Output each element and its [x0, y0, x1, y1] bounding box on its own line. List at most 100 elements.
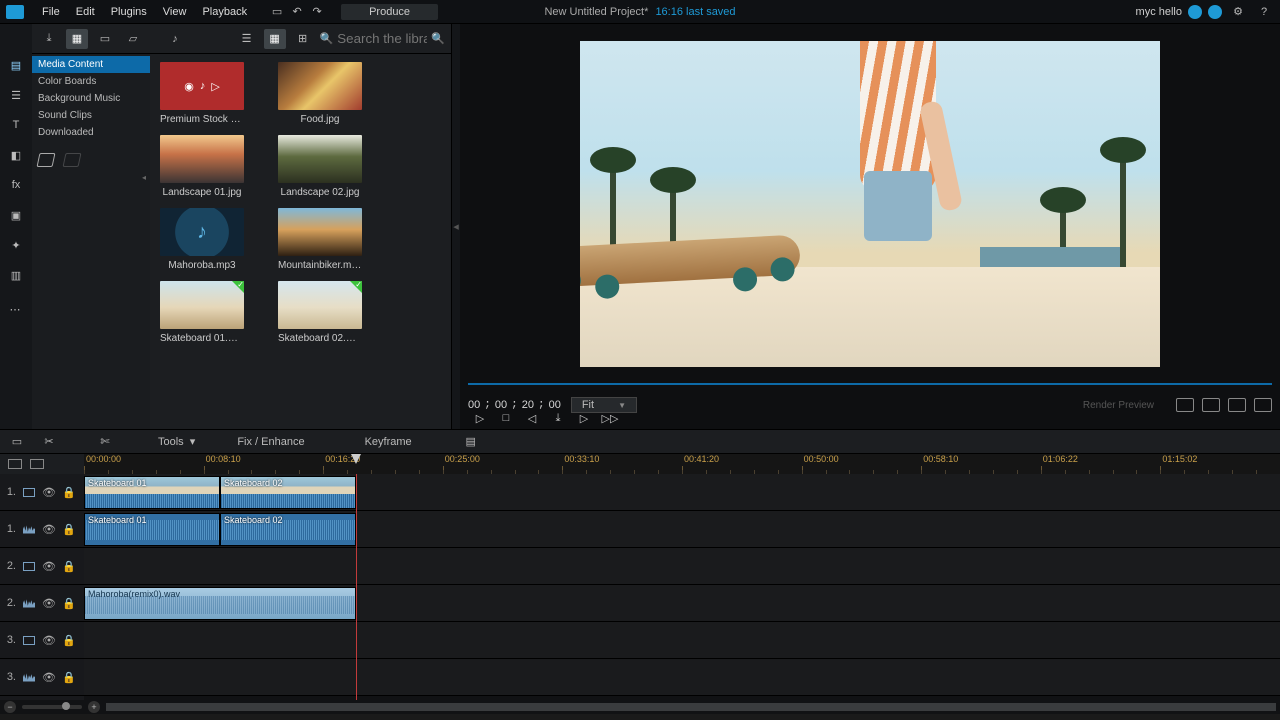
view-details-icon[interactable]: ⊞ [292, 29, 314, 49]
ruler-tick: 00:08:10 [206, 454, 241, 464]
cl-badge-icon[interactable] [1208, 5, 1222, 19]
track-lock-icon[interactable]: 🔒 [62, 486, 76, 498]
prev-frame-icon[interactable]: ◁ [524, 410, 540, 426]
filter-image-icon[interactable]: ▱ [122, 29, 144, 49]
menu-playback[interactable]: Playback [194, 0, 255, 24]
filter-audio-icon[interactable]: ♪ [164, 29, 186, 49]
next-frame-icon[interactable]: ▷ [576, 410, 592, 426]
menu-edit[interactable]: Edit [68, 0, 103, 24]
fix-enhance-button[interactable]: Fix / Enhance [237, 436, 304, 448]
storyboard-icon[interactable]: ☰ [5, 86, 27, 104]
view-grid-icon[interactable]: ▦ [264, 29, 286, 49]
search-input[interactable] [337, 31, 427, 46]
library-item-label: Food.jpg [278, 114, 362, 125]
split-icon[interactable]: ✄ [94, 433, 116, 451]
playhead-line[interactable] [356, 474, 357, 700]
category-media-content[interactable]: Media Content [32, 56, 150, 73]
track-lock-icon[interactable]: 🔒 [62, 560, 76, 572]
library-item[interactable]: Landscape 01.jpg [160, 135, 244, 198]
keyframe-button[interactable]: Keyframe [365, 436, 412, 448]
category-sound-clips[interactable]: Sound Clips [32, 107, 150, 124]
import-icon[interactable]: ⤓ [38, 29, 60, 49]
audio-room-icon[interactable]: ▥ [5, 266, 27, 284]
track-type-icon [22, 523, 36, 535]
timeline-clip[interactable]: Skateboard 02 [220, 513, 356, 546]
zoom-slider[interactable] [22, 705, 82, 709]
menu-plugins[interactable]: Plugins [103, 0, 155, 24]
app-logo[interactable] [6, 5, 24, 19]
blade-tool-icon[interactable]: ✂ [38, 433, 60, 451]
track-visible-icon[interactable]: 👁 [42, 560, 56, 572]
save-icon[interactable]: ▭ [267, 2, 287, 22]
library-item-label: Mahoroba.mp3 [160, 260, 244, 271]
zoom-in-button[interactable]: + [88, 701, 100, 713]
library-item[interactable]: Skateboard 01.mp4 [160, 281, 244, 344]
collapse-sidebar-icon[interactable]: ◂ [32, 173, 150, 182]
timeline-clip[interactable]: Mahoroba(remix0).wav [84, 587, 356, 620]
library-item[interactable]: ◉♪▷Premium Stock Cont... [160, 62, 244, 125]
mask-icon[interactable]: ◧ [5, 146, 27, 164]
timeline-clip[interactable]: Skateboard 01 [84, 476, 220, 509]
settings-icon[interactable]: ⚙ [1228, 2, 1248, 22]
undo-icon[interactable]: ↶ [287, 2, 307, 22]
play-icon[interactable]: ▷ [472, 410, 488, 426]
preview-canvas[interactable] [580, 41, 1160, 367]
library-item[interactable]: Food.jpg [278, 62, 362, 125]
category-downloaded[interactable]: Downloaded [32, 124, 150, 141]
track-lane[interactable] [84, 622, 1280, 659]
track-header: 1.👁🔒 [0, 474, 84, 511]
splitter-handle[interactable]: ◂ [452, 24, 460, 429]
track-visible-icon[interactable]: 👁 [42, 671, 56, 683]
track-lock-icon[interactable]: 🔒 [62, 634, 76, 646]
filter-media-icon[interactable]: ▦ [66, 29, 88, 49]
category-background-music[interactable]: Background Music [32, 90, 150, 107]
stop-icon[interactable]: □ [498, 410, 514, 426]
library-item[interactable]: ♪Mahoroba.mp3 [160, 208, 244, 271]
menu-view[interactable]: View [155, 0, 195, 24]
timeline-clip[interactable]: Skateboard 01 [84, 513, 220, 546]
track-visible-icon[interactable]: 👁 [42, 486, 56, 498]
track-visible-icon[interactable]: 👁 [42, 597, 56, 609]
media-icon[interactable]: ▤ [5, 56, 27, 74]
track-lock-icon[interactable]: 🔒 [62, 523, 76, 535]
category-color-boards[interactable]: Color Boards [32, 73, 150, 90]
timeline-clip[interactable]: Skateboard 02 [220, 476, 356, 509]
menu-file[interactable]: File [34, 0, 68, 24]
track-body[interactable]: Skateboard 01Skateboard 02Skateboard 01S… [84, 474, 1280, 700]
produce-button[interactable]: Produce [341, 4, 438, 20]
library-search[interactable]: 🔍 🔍 [320, 31, 445, 46]
keyframe-panel-icon[interactable]: ▤ [460, 433, 482, 451]
search-submit-icon[interactable]: 🔍 [431, 32, 445, 45]
filter-video-icon[interactable]: ▭ [94, 29, 116, 49]
pip-icon[interactable]: ▣ [5, 206, 27, 224]
particle-icon[interactable]: ✦ [5, 236, 27, 254]
library-item[interactable]: Mountainbiker.mp4 [278, 208, 362, 271]
library-item[interactable]: Landscape 02.jpg [278, 135, 362, 198]
view-list-icon[interactable]: ☰ [236, 29, 258, 49]
track-visible-icon[interactable]: 👁 [42, 523, 56, 535]
timeline-hscroll[interactable] [106, 703, 1276, 711]
track-visible-icon[interactable]: 👁 [42, 634, 56, 646]
redo-icon[interactable]: ↷ [307, 2, 327, 22]
title-icon[interactable]: T [5, 116, 27, 134]
clip-mode-icon[interactable] [30, 459, 44, 469]
fast-forward-icon[interactable]: ▷▷ [602, 410, 618, 426]
more-rooms-icon[interactable]: ⋯ [5, 300, 27, 318]
zoom-out-button[interactable]: − [4, 701, 16, 713]
select-tool-icon[interactable]: ▭ [6, 433, 28, 451]
timeline-ruler[interactable]: 00:00:0000:08:1000:16:2000:25:0000:33:10… [84, 454, 1280, 474]
movie-mode-icon[interactable] [8, 459, 22, 469]
help-icon[interactable]: ? [1254, 2, 1274, 22]
fx-icon[interactable]: fx [5, 176, 27, 194]
library-item[interactable]: Skateboard 02.mp4 [278, 281, 362, 344]
track-lock-icon[interactable]: 🔒 [62, 597, 76, 609]
track-lock-icon[interactable]: 🔒 [62, 671, 76, 683]
tools-menu[interactable]: Tools ▾ [158, 435, 195, 448]
timeline-zoom-bar: − + [0, 700, 1280, 714]
ruler-tick: 00:58:10 [923, 454, 958, 464]
avatar-icon[interactable] [1188, 5, 1202, 19]
goto-icon[interactable]: ⤓ [550, 410, 566, 426]
tag-shape-icon[interactable] [37, 153, 56, 167]
track-lane[interactable] [84, 659, 1280, 696]
track-lane[interactable] [84, 548, 1280, 585]
